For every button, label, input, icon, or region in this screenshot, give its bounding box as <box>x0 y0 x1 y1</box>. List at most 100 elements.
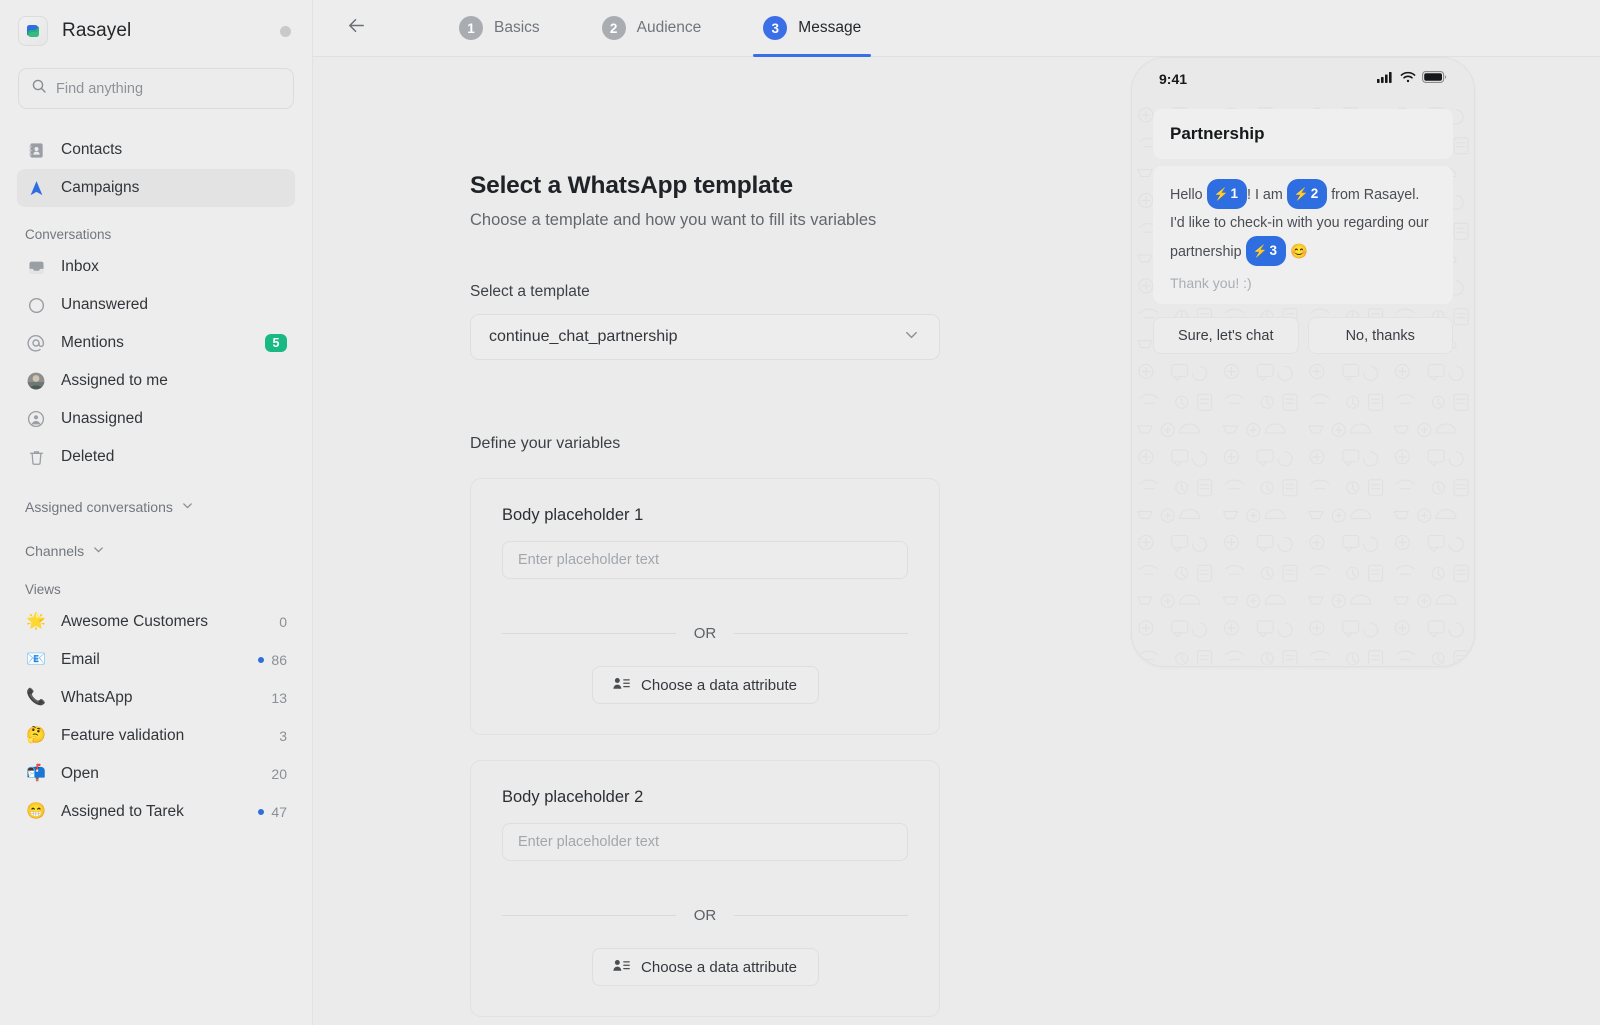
sidebar-item-label: Mentions <box>61 334 124 351</box>
bolt-icon: ⚡ <box>1252 243 1268 258</box>
unread-dot <box>258 809 265 815</box>
phone-preview: 9:41 Partnership Hello ⚡ 1 ! I am ⚡ 2 fr… <box>1131 57 1475 667</box>
tab-audience[interactable]: 2 Audience <box>598 0 706 57</box>
tab-basics[interactable]: 1 Basics <box>455 0 544 57</box>
quick-reply-row: Sure, let's chat No, thanks <box>1153 317 1453 354</box>
sidebar-item-label: Unanswered <box>61 296 149 313</box>
sidebar-item-awesome-customers[interactable]: 🌟 Awesome Customers 0 <box>17 603 295 641</box>
battery-icon <box>1422 70 1447 88</box>
mailbox-emoji-icon: 📬 <box>26 765 46 782</box>
brand-header[interactable]: Rasayel <box>0 0 312 62</box>
contact-attribute-icon <box>613 676 630 695</box>
search-icon <box>31 78 47 99</box>
user-avatar-icon <box>25 370 47 392</box>
thinking-emoji-icon: 🤔 <box>26 727 46 744</box>
collapsible-channels[interactable]: Channels <box>0 534 312 568</box>
chat-preview: Partnership Hello ⚡ 1! I am ⚡ 2 from Rasay… <box>1132 100 1474 354</box>
sidebar-item-assigned-to-me[interactable]: Assigned to me <box>17 362 295 400</box>
page-subtitle: Choose a template and how you want to fi… <box>470 211 877 229</box>
sidebar-item-unassigned[interactable]: Unassigned <box>17 400 295 438</box>
circle-outline-icon <box>25 294 47 316</box>
app-root: Rasayel Find anything Contacts Campaigns… <box>0 0 1600 1025</box>
sidebar-item-assigned-to-tarek[interactable]: 😁 Assigned to Tarek 47 <box>17 793 295 831</box>
status-icons <box>1377 70 1447 88</box>
sidebar-item-label: Assigned to Tarek <box>61 803 184 820</box>
template-select[interactable]: continue_chat_partnership <box>470 314 940 360</box>
count-value: 20 <box>271 766 287 782</box>
message-footer-text: Thank you! :) <box>1170 275 1252 291</box>
tab-message[interactable]: 3 Message <box>753 0 872 57</box>
message-body-text: Hello ⚡ 1! I am ⚡ 2 from Rasayel. I'd like… <box>1170 179 1436 267</box>
chevron-down-icon <box>92 543 105 559</box>
variable-chip-3: ⚡ 3 <box>1245 236 1286 266</box>
sidebar-item-mentions[interactable]: Mentions 5 <box>17 324 295 362</box>
count-value: 13 <box>271 690 287 706</box>
variable-input-2[interactable] <box>502 823 908 861</box>
divider-line <box>502 633 676 634</box>
sidebar-item-label: Email <box>61 651 100 668</box>
step-number: 1 <box>459 16 483 40</box>
sidebar-item-contacts[interactable]: Contacts <box>17 131 295 169</box>
presence-dot <box>280 26 291 37</box>
sidebar-item-label: Inbox <box>61 258 99 275</box>
sidebar-item-unanswered[interactable]: Unanswered <box>17 286 295 324</box>
sidebar-item-campaigns[interactable]: Campaigns <box>17 169 295 207</box>
bolt-icon: ⚡ <box>1213 186 1229 201</box>
variable-chip-number: 3 <box>1269 243 1277 258</box>
sidebar-item-label: Contacts <box>61 141 123 158</box>
grin-emoji-icon: 😁 <box>26 803 46 820</box>
count-value: 3 <box>279 728 287 744</box>
search-input[interactable] <box>56 80 281 97</box>
view-count: 3 <box>279 728 287 744</box>
inbox-icon <box>25 256 47 278</box>
sidebar-item-whatsapp[interactable]: 📞 WhatsApp 13 <box>17 679 295 717</box>
quick-reply-button-2[interactable]: No, thanks <box>1307 317 1453 354</box>
search-container <box>0 62 312 109</box>
step-number: 2 <box>601 16 626 40</box>
collapsible-label: Assigned conversations <box>25 499 173 515</box>
collapsible-assigned-conversations[interactable]: Assigned conversations <box>0 490 312 524</box>
views-nav: 🌟 Awesome Customers 0 📧 Email 86 📞 Whats… <box>0 603 312 831</box>
sidebar-item-label: Open <box>61 765 99 782</box>
step-number: 3 <box>763 16 788 40</box>
variable-input-1[interactable] <box>502 541 908 579</box>
sidebar-item-label: Unassigned <box>61 410 143 427</box>
sidebar-item-deleted[interactable]: Deleted <box>17 438 295 476</box>
quick-reply-button-1[interactable]: Sure, let's chat <box>1153 317 1299 354</box>
signal-bars-icon <box>1377 70 1394 88</box>
sidebar-item-feature-validation[interactable]: 🤔 Feature validation 3 <box>17 717 295 755</box>
message-text-segment: 😊 <box>1285 243 1308 260</box>
chevron-down-icon <box>902 325 921 349</box>
brand-name: Rasayel <box>62 20 132 41</box>
attribute-button-label: Choose a data attribute <box>641 958 797 976</box>
back-button[interactable] <box>339 11 373 45</box>
choose-data-attribute-button-2[interactable]: Choose a data attribute <box>591 948 819 986</box>
at-mention-icon <box>25 332 47 354</box>
sidebar-item-inbox[interactable]: Inbox <box>17 248 295 286</box>
step-label: Message <box>798 19 862 36</box>
views-heading: Views <box>25 582 61 597</box>
view-count: 20 <box>271 766 287 782</box>
phone-chat-screen: Partnership Hello ⚡ 1! I am ⚡ 2 from Rasay… <box>1132 100 1474 666</box>
count-value: 86 <box>271 652 287 668</box>
unread-dot <box>258 657 265 663</box>
search-box[interactable] <box>18 68 294 109</box>
bolt-icon: ⚡ <box>1293 186 1309 201</box>
variable-chip-number: 2 <box>1310 186 1319 201</box>
contacts-book-icon <box>25 139 47 161</box>
message-text-segment: ! I am <box>1247 186 1287 203</box>
count-value: 0 <box>279 614 287 630</box>
divider-line <box>734 633 908 634</box>
conversations-nav: Inbox Unanswered Mentions 5 Assigned to … <box>0 248 312 476</box>
mentions-count: 5 <box>265 334 287 352</box>
or-divider: OR <box>502 625 908 642</box>
view-count: 13 <box>271 690 287 706</box>
sidebar-item-email[interactable]: 📧 Email 86 <box>17 641 295 679</box>
divider-line <box>502 915 676 916</box>
sidebar-item-open[interactable]: 📬 Open 20 <box>17 755 295 793</box>
variable-chip-1: ⚡ 1 <box>1206 179 1248 209</box>
conversations-heading: Conversations <box>25 227 112 242</box>
variable-chip-2: ⚡ 2 <box>1286 179 1328 209</box>
unassigned-user-icon <box>25 408 47 430</box>
choose-data-attribute-button-1[interactable]: Choose a data attribute <box>591 666 819 704</box>
